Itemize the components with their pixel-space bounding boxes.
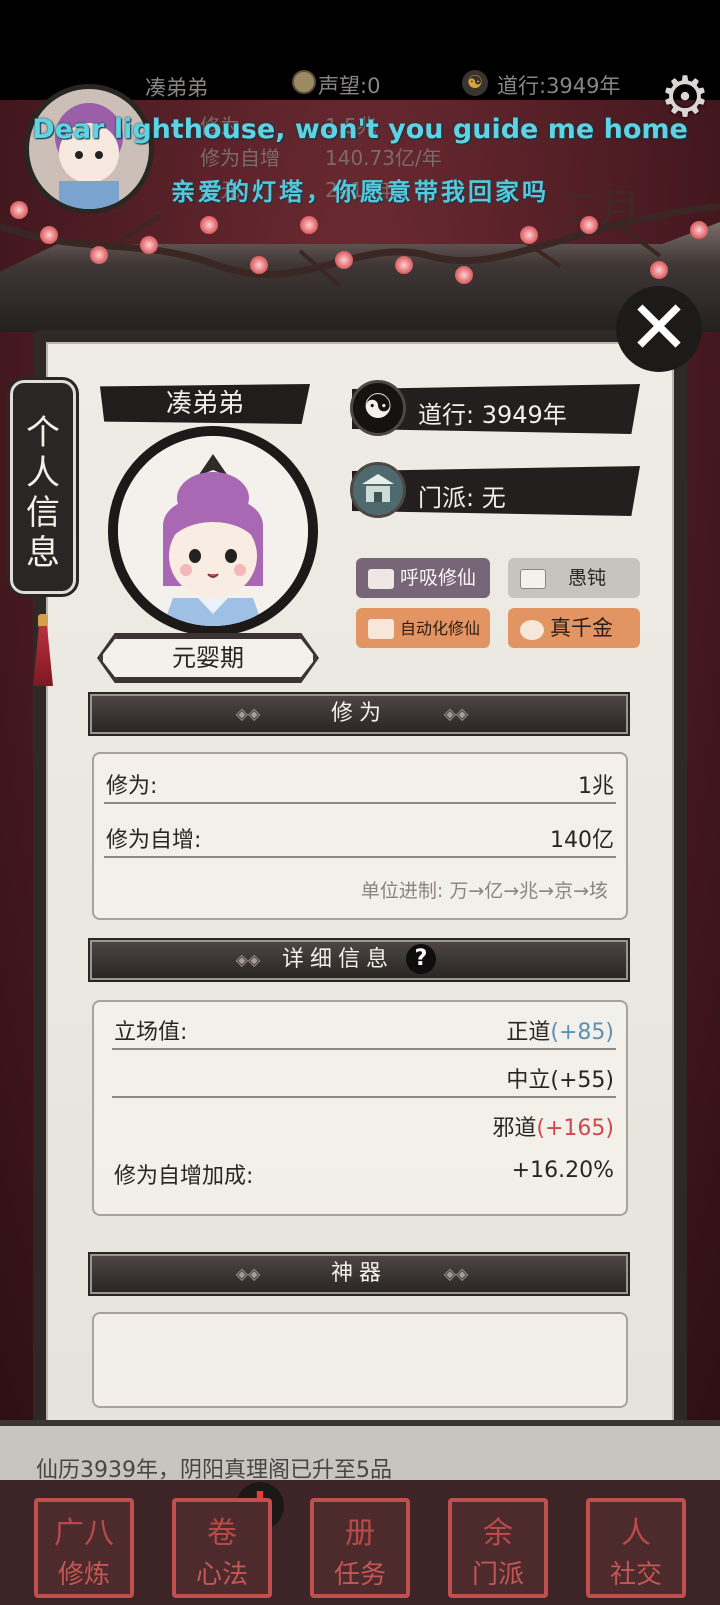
cultivation-box: 修为: 1兆 修为自增: 140亿 单位进制: 万→亿→兆→京→垓 (92, 752, 628, 920)
scroll-icon (368, 618, 394, 639)
sect-text: 门派: 无 (418, 484, 506, 512)
nav-mind-method[interactable]: 卷 心法 (172, 1498, 272, 1598)
diamond-ornament-icon: ◈◈ (443, 1264, 469, 1283)
tag-dull[interactable]: 愚钝 (508, 558, 640, 598)
tag-auto-cultivation[interactable]: 自动化修仙 (356, 608, 490, 648)
tag-true-heiress[interactable]: 真千金 (508, 608, 640, 648)
cultivation-growth-row: 修为自增: 140亿 (104, 814, 616, 858)
dao-text: 道行: 3949年 (418, 401, 567, 429)
details-section-header: ◈◈ 详细信息? (88, 938, 630, 982)
realm-badge: 元婴期 (100, 636, 316, 680)
subtitle-english: Dear lighthouse, won't you guide me home (32, 114, 688, 145)
side-tab-label: 个人信息 (26, 413, 60, 573)
plum-blossom-branch (0, 196, 720, 346)
nav-social[interactable]: 人 社交 (586, 1498, 686, 1598)
status-dao: 道行:3949年 (497, 74, 621, 98)
money-bag-icon (520, 619, 544, 640)
cultivation-section-header: ◈◈ 修为 ◈◈ (88, 692, 630, 736)
player-avatar (108, 426, 318, 636)
sect-gate-icon (350, 462, 406, 518)
artifact-section-header: ◈◈ 神器 ◈◈ (88, 1252, 630, 1296)
stance-row-neutral: 中立(+55) (112, 1054, 616, 1098)
nav-tasks[interactable]: 册 任务 (310, 1498, 410, 1598)
close-x-icon[interactable]: ✕ (616, 286, 702, 372)
status-prestige: 声望:0 (318, 74, 381, 98)
artifact-box[interactable] (92, 1312, 628, 1408)
yin-yang-icon: ☯ (462, 70, 488, 96)
diamond-ornament-icon: ◈◈ (235, 950, 261, 969)
scroll-icon (368, 568, 394, 589)
help-question-icon[interactable]: ? (406, 944, 436, 974)
scroll-icon (520, 568, 546, 589)
yin-yang-icon: ☯ (350, 380, 406, 436)
side-tab-personal-info[interactable]: 个人信息 (7, 377, 79, 597)
status-player-name: 凑弟弟 (145, 76, 208, 100)
growth-bonus-row: 修为自增加成: +16.20% (114, 1158, 614, 1189)
tag-breath-cultivation[interactable]: 呼吸修仙 (356, 558, 490, 598)
player-name-banner: 凑弟弟 (100, 384, 310, 424)
diamond-ornament-icon: ◈◈ (235, 1264, 261, 1283)
unit-note: 单位进制: 万→亿→兆→京→垓 (360, 880, 608, 902)
prestige-coin-icon (292, 70, 316, 94)
diamond-ornament-icon: ◈◈ (443, 704, 469, 723)
stance-row-righteous: 立场值: 正道(+85) (112, 1006, 616, 1050)
cultivation-row: 修为: 1兆 (104, 760, 616, 804)
details-box[interactable]: 立场值: 正道(+85) 中立(+55) 邪道(+165) 修为自增加成: +1… (92, 1000, 628, 1216)
nav-cultivate[interactable]: 广八 修炼 (34, 1498, 134, 1598)
tassel-knot (38, 614, 48, 628)
stance-row-evil: 邪道(+165) (492, 1116, 614, 1141)
subtitle-chinese: 亲爱的灯塔，你愿意带我回家吗 (171, 178, 549, 206)
nav-sect[interactable]: 余 门派 (448, 1498, 548, 1598)
log-text: 仙历3939年，阴阳真理阁已升至5品 (36, 1458, 392, 1480)
diamond-ornament-icon: ◈◈ (235, 704, 261, 723)
